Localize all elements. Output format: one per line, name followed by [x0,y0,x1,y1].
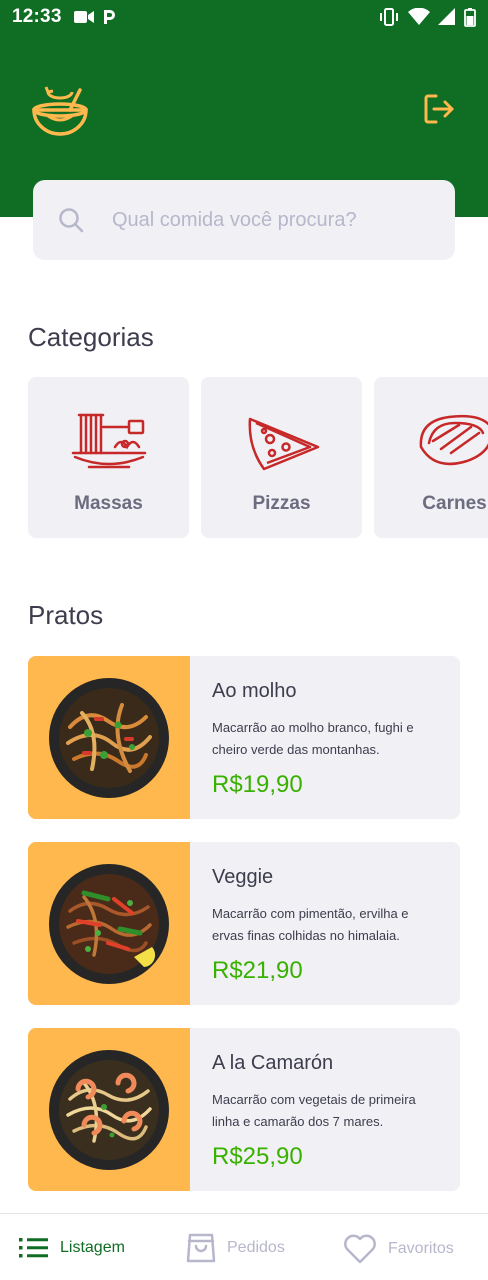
nav-label: Favoritos [388,1240,454,1257]
category-label: Pizzas [252,493,311,514]
dish-name: Veggie [212,866,274,888]
list-icon [19,1238,48,1258]
category-card-massas[interactable]: Massas [28,377,189,538]
dish-image [28,656,190,819]
dishes-heading: Pratos [28,600,104,630]
dish-name: Ao molho [212,680,297,702]
pasta-dish-photo [49,1049,169,1170]
dish-price: R$25,90 [212,1143,303,1170]
dish-description: Macarrão com pimentão, ervilha e ervas f… [212,906,409,943]
meat-icon [419,414,488,466]
pasta-icon [71,413,146,469]
dish-name: A la Camarón [212,1052,334,1074]
status-bar: 12:33 [0,0,488,34]
nav-label: Pedidos [227,1239,285,1256]
video-camera-icon [73,11,94,23]
dish-image [28,1028,190,1191]
dish-price: R$19,90 [212,771,303,798]
categories-heading: Categorias [28,322,154,352]
logout-icon[interactable] [422,92,456,126]
parking-icon [103,10,115,24]
dish-price: R$21,90 [212,957,303,984]
dish-card-ao-molho[interactable]: Ao molho Macarrão ao molho branco, fughi… [28,656,460,819]
signal-icon [438,8,455,25]
wifi-icon [408,8,430,25]
category-card-carnes[interactable]: Carnes [374,377,488,538]
shopping-bag-icon [186,1233,216,1263]
vibrate-icon [380,8,398,26]
pasta-dish-photo [49,677,169,798]
status-time: 12:33 [12,6,62,27]
category-label: Massas [74,493,143,514]
food-bowl-logo-icon [32,86,88,136]
nav-item-favorites[interactable]: Favoritos [343,1234,454,1264]
nav-label: Listagem [60,1239,125,1256]
nav-item-orders[interactable]: Pedidos [186,1233,285,1263]
battery-icon [464,7,476,27]
category-label: Carnes [422,493,487,514]
pizza-icon [248,417,319,471]
category-list[interactable]: Massas Pizzas Carnes [28,377,488,539]
search-input[interactable] [112,208,432,232]
search-icon [59,208,84,233]
heart-icon [344,1234,376,1264]
pasta-dish-photo [49,863,169,984]
bottom-nav: Listagem Pedidos Favoritos [0,1213,488,1280]
dish-description: Macarrão com vegetais de primeira linha … [212,1092,416,1129]
nav-item-listing[interactable]: Listagem [19,1236,125,1260]
dish-card-veggie[interactable]: Veggie Macarrão com pimentão, ervilha e … [28,842,460,1005]
dish-image [28,842,190,1005]
category-card-pizzas[interactable]: Pizzas [201,377,362,538]
search-bar[interactable] [33,180,455,260]
dish-description: Macarrão ao molho branco, fughi e cheiro… [212,720,414,757]
dish-card-a-la-camaron[interactable]: A la Camarón Macarrão com vegetais de pr… [28,1028,460,1191]
